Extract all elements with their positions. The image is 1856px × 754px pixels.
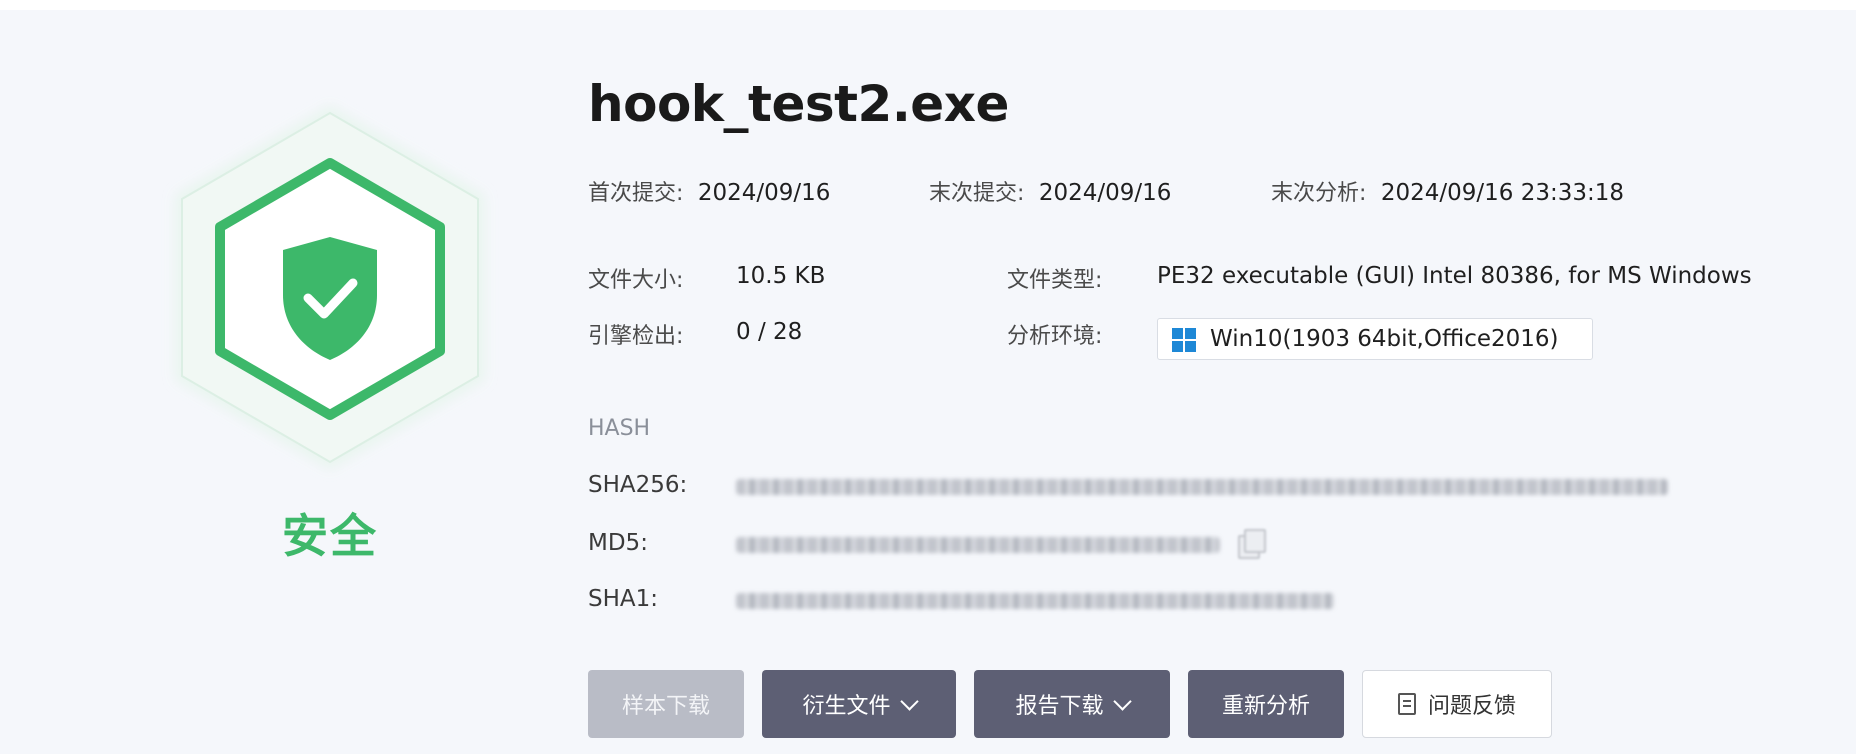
file-size-value: 10.5 KB <box>736 263 826 289</box>
report-download-label: 报告下载 <box>1015 694 1104 719</box>
copy-icon[interactable] <box>1236 529 1266 559</box>
file-type-value: PE32 executable (GUI) Intel 80386, for M… <box>1157 263 1752 289</box>
derived-files-label: 衍生文件 <box>802 694 891 719</box>
first-submit-value: 2024/09/16 <box>697 180 831 206</box>
md5-value-redacted <box>736 537 1220 553</box>
file-type-label: 文件类型: <box>1007 268 1103 293</box>
analysis-environment-value: Win10(1903 64bit,Office2016) <box>1210 326 1559 352</box>
sha1-label: SHA1: <box>588 586 659 612</box>
last-analysis: 末次分析: 2024/09/16 23:33:18 <box>1271 175 1624 207</box>
analysis-environment-label: 分析环境: <box>1007 324 1103 349</box>
last-submit-value: 2024/09/16 <box>1038 180 1172 206</box>
feedback-button[interactable]: 问题反馈 <box>1362 670 1552 738</box>
file-type: 文件类型: <box>1007 262 1102 294</box>
derived-files-button[interactable]: 衍生文件 <box>762 670 956 738</box>
first-submit-label: 首次提交: <box>588 181 684 206</box>
windows-icon <box>1172 328 1196 352</box>
file-name-title: hook_test2.exe <box>588 75 1009 133</box>
sha256-label: SHA256: <box>588 472 688 498</box>
file-size-value-wrap: 10.5 KB <box>736 262 825 289</box>
document-icon <box>1397 693 1416 715</box>
sample-download-button[interactable]: 样本下载 <box>588 670 744 738</box>
feedback-label: 问题反馈 <box>1427 694 1516 719</box>
engine-detections-value-wrap: 0 / 28 <box>736 318 802 345</box>
last-submit-label: 末次提交: <box>929 181 1025 206</box>
last-analysis-label: 末次分析: <box>1271 181 1367 206</box>
safe-badge <box>150 95 510 495</box>
first-submit: 首次提交: 2024/09/16 <box>588 175 830 207</box>
sha256-value-redacted <box>736 479 1668 495</box>
sample-download-label: 样本下载 <box>621 694 710 719</box>
hash-heading: HASH <box>588 416 651 441</box>
reanalyze-button[interactable]: 重新分析 <box>1188 670 1344 738</box>
chevron-down-icon <box>1112 691 1132 711</box>
analysis-environment: 分析环境: <box>1007 318 1102 350</box>
hexagon-shield-icon <box>175 105 485 470</box>
file-size: 文件大小: <box>588 262 683 294</box>
file-report-card: 安全 hook_test2.exe 首次提交: 2024/09/16 末次提交:… <box>0 10 1856 754</box>
chevron-down-icon <box>899 691 919 711</box>
file-size-label: 文件大小: <box>588 268 684 293</box>
md5-label: MD5: <box>588 530 648 556</box>
engine-detections-label: 引擎检出: <box>588 324 684 349</box>
sha1-value-redacted <box>736 593 1334 609</box>
engine-detections-value: 0 / 28 <box>736 319 803 345</box>
verdict-label: 安全 <box>282 509 378 563</box>
last-analysis-value: 2024/09/16 23:33:18 <box>1380 180 1624 206</box>
analysis-environment-tag: Win10(1903 64bit,Office2016) <box>1157 318 1593 360</box>
engine-detections: 引擎检出: <box>588 318 683 350</box>
report-download-button[interactable]: 报告下载 <box>974 670 1170 738</box>
reanalyze-label: 重新分析 <box>1221 694 1310 719</box>
file-type-value-wrap: PE32 executable (GUI) Intel 80386, for M… <box>1157 262 1752 289</box>
last-submit: 末次提交: 2024/09/16 <box>929 175 1171 207</box>
